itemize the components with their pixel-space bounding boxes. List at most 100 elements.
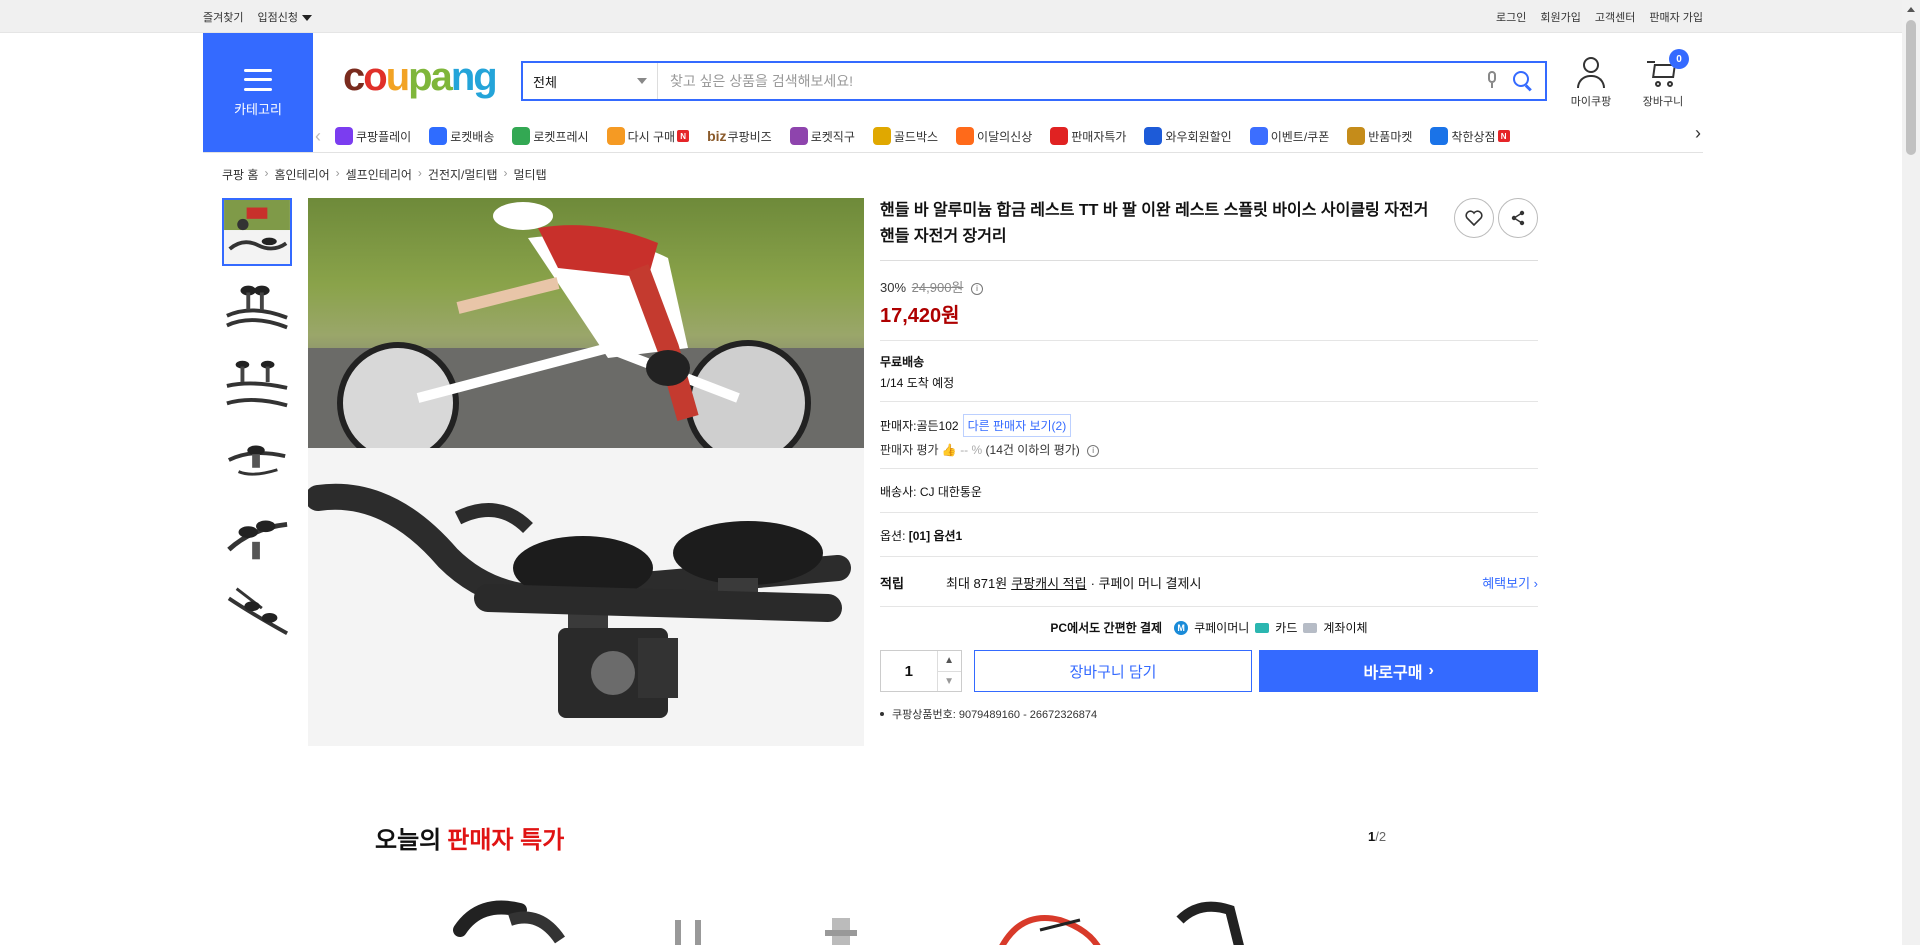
thumbnail-1[interactable] <box>222 198 292 266</box>
carrier-label: 배송사: <box>880 485 917 499</box>
nav-next-arrow-icon[interactable]: › <box>1695 123 1701 144</box>
deal-title-prefix: 오늘의 <box>375 827 442 854</box>
deal-item-clamp[interactable] <box>825 918 857 945</box>
thumbnail-6[interactable] <box>222 578 292 646</box>
original-price: 24,900원 <box>911 280 964 295</box>
benefit-link[interactable]: 혜택보기 › <box>1482 573 1538 592</box>
customer-center-link[interactable]: 고객센터 <box>1595 9 1635 25</box>
buy-now-button[interactable]: 바로구매 › <box>1259 650 1538 692</box>
thumbnail-2[interactable] <box>222 274 292 342</box>
product-title: 핸들 바 알루미늄 합금 레스트 TT 바 팔 이완 레스트 스플릿 바이스 사… <box>880 202 1429 245</box>
sale-price: 17,420원 <box>880 305 960 327</box>
chevron-right-icon: › <box>1428 662 1434 679</box>
main-product-image[interactable] <box>308 198 864 746</box>
play-icon <box>335 127 353 145</box>
quantity-input[interactable]: 1 <box>881 651 937 691</box>
signup-link[interactable]: 회원가입 <box>1540 9 1580 25</box>
deal-item-bolts[interactable] <box>675 920 701 945</box>
breadcrumb-item[interactable]: 홈인테리어 <box>274 166 329 183</box>
search-category-value: 전체 <box>533 74 557 90</box>
breadcrumb-item[interactable]: 쿠팡 홈 <box>222 166 258 183</box>
nav-item[interactable]: 판매자특가 <box>1050 127 1126 145</box>
chevron-down-icon <box>637 78 647 84</box>
breadcrumb-item[interactable]: 셀프인테리어 <box>346 166 412 183</box>
my-coupang-label: 마이쿠팡 <box>1570 96 1612 108</box>
search-input[interactable] <box>658 63 1485 99</box>
search-icon[interactable] <box>1513 71 1533 92</box>
new-badge: N <box>677 130 690 142</box>
nav-item[interactable]: 반품마켓 <box>1347 127 1412 145</box>
thumbs-up-icon: 👍 <box>941 443 957 457</box>
nav-item[interactable]: 로켓배송 <box>429 127 494 145</box>
scrollbar-thumb[interactable] <box>1906 20 1916 155</box>
coupay-icon: M <box>1174 620 1189 635</box>
nav-item[interactable]: 이벤트/쿠폰 <box>1249 127 1329 145</box>
deal-item-cable[interactable] <box>999 915 1101 945</box>
carrier-section: 배송사: CJ 대한통운 <box>880 469 1538 513</box>
arrival-date: 1/14 도착 예정 <box>880 376 955 390</box>
page-scrollbar[interactable] <box>1902 0 1920 945</box>
deal-pager: 1/2 <box>1368 829 1386 844</box>
nav-item-label: 이달의신상 <box>977 129 1033 144</box>
seller-name[interactable]: 골든102 <box>916 417 958 434</box>
nav-item-label: 반품마켓 <box>1368 129 1413 144</box>
share-button[interactable] <box>1498 198 1538 238</box>
thumbnail-list <box>222 198 294 654</box>
wishlist-button[interactable] <box>1454 198 1494 238</box>
add-to-cart-button[interactable]: 장바구니 담기 <box>973 650 1253 692</box>
nav-item-label: 쿠팡플레이 <box>356 129 412 144</box>
nav-item[interactable]: 와우회원할인 <box>1144 127 1232 145</box>
deal-item-grips[interactable] <box>453 900 565 944</box>
seller-section: 판매자: 골든102 다른 판매자 보기(2) 판매자 평가 👍 -- % (1… <box>880 402 1538 469</box>
discount-rate: 30% <box>880 280 907 295</box>
nav-item-label: 로켓프레시 <box>533 129 589 144</box>
hamburger-icon <box>244 68 272 91</box>
info-icon[interactable]: i <box>971 282 984 295</box>
deal-item-mount[interactable] <box>1176 901 1244 945</box>
seller-apply-link[interactable]: 입점신청 <box>257 9 312 25</box>
coupang-logo[interactable]: coupang <box>343 55 498 100</box>
breadcrumb-item[interactable]: 건전지/멀티탭 <box>428 166 498 183</box>
quantity-stepper: 1 ▲ ▼ <box>880 650 962 692</box>
return-market-icon <box>1347 127 1366 145</box>
other-sellers-button[interactable]: 다른 판매자 보기(2) <box>962 414 1072 437</box>
bookmark-link[interactable]: 즐겨찾기 <box>203 9 243 25</box>
rocket-fresh-icon <box>512 127 531 145</box>
nav-item[interactable]: 다시 구매 N <box>606 127 690 145</box>
coupang-cash-link[interactable]: 쿠팡캐시 적립 <box>1011 573 1086 592</box>
breadcrumb-separator-icon: › <box>417 166 422 180</box>
rocket-global-icon <box>789 127 808 145</box>
shipping-section: 무료배송 1/14 도착 예정 <box>880 341 1538 402</box>
search-category-select[interactable]: 전체 <box>523 63 658 99</box>
pager-total: /2 <box>1375 829 1387 844</box>
reward-section: 적립 최대 871원 쿠팡캐시 적립 · 쿠페이 머니 결제시 혜택보기 › <box>880 557 1538 607</box>
login-link[interactable]: 로그인 <box>1496 9 1526 25</box>
percent-icon <box>1050 127 1069 145</box>
purchase-row: 1 ▲ ▼ 장바구니 담기 바로구매 › <box>880 650 1538 692</box>
rebuy-icon <box>606 127 625 145</box>
option-value[interactable]: [01] 옵션1 <box>909 529 962 543</box>
thumbnail-4[interactable] <box>222 426 292 494</box>
nav-item[interactable]: biz 쿠팡비즈 <box>707 128 772 145</box>
nav-item[interactable]: 골드박스 <box>872 127 938 145</box>
nav-item[interactable]: 로켓직구 <box>789 127 855 145</box>
nav-prev-arrow-icon[interactable]: ‹ <box>315 126 335 147</box>
nav-item[interactable]: 이달의신상 <box>956 127 1032 145</box>
microphone-icon[interactable] <box>1485 71 1499 91</box>
thumbnail-3[interactable] <box>222 350 292 418</box>
category-button[interactable]: 카테고리 <box>203 33 313 153</box>
seller-signup-link[interactable]: 판매자 가입 <box>1649 9 1703 25</box>
breadcrumb-item[interactable]: 멀티탭 <box>514 166 547 183</box>
my-coupang-button[interactable]: 마이쿠팡 <box>1561 57 1621 109</box>
caret-down-icon <box>301 14 312 21</box>
info-icon[interactable]: i <box>1087 444 1100 457</box>
thumbnail-5[interactable] <box>222 502 292 570</box>
breadcrumb: 쿠팡 홈 › 홈인테리어 › 셀프인테리어 › 건전지/멀티탭 › 멀티탭 <box>222 166 547 183</box>
scroll-up-icon[interactable] <box>1902 0 1920 18</box>
nav-item[interactable]: 착한상점 N <box>1430 127 1510 145</box>
nav-item[interactable]: 쿠팡플레이 <box>335 127 411 145</box>
nav-item-label: 로켓배송 <box>450 129 495 144</box>
quantity-decrease-icon[interactable]: ▼ <box>938 672 961 692</box>
nav-item[interactable]: 로켓프레시 <box>512 127 589 145</box>
quantity-increase-icon[interactable]: ▲ <box>937 651 961 672</box>
